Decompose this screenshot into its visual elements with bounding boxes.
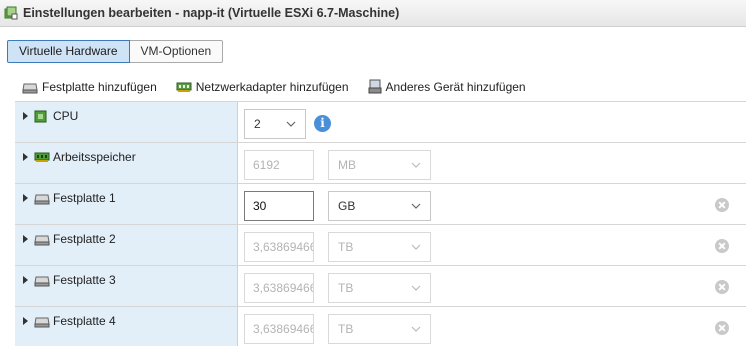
disk-icon — [34, 315, 50, 331]
cpu-count-select[interactable]: 2 — [244, 109, 306, 139]
window-titlebar: Einstellungen bearbeiten - napp-it (Virt… — [0, 0, 746, 27]
memory-unit-select[interactable]: MB — [328, 150, 431, 180]
disk-2-unit-select[interactable]: TB — [328, 232, 431, 262]
hardware-row-disk-2: Festplatte 2 3,63869466 TB — [15, 225, 746, 266]
info-icon[interactable]: i — [314, 115, 331, 132]
hardware-row-disk-1: Festplatte 1 30 GB — [15, 184, 746, 225]
memory-unit-value: MB — [338, 158, 356, 172]
row-label-memory: Arbeitsspeicher — [53, 150, 136, 164]
disk-3-unit-select[interactable]: TB — [328, 273, 431, 303]
disk-4-unit-select[interactable]: TB — [328, 314, 431, 344]
remove-device-icon[interactable] — [715, 321, 729, 335]
disk-4-unit-value: TB — [338, 322, 354, 336]
disk-3-unit-value: TB — [338, 281, 354, 295]
chevron-down-icon — [411, 203, 421, 209]
hardware-grid: CPU 2 i Arbeitsspeicher 6192 MB Festplat… — [15, 101, 746, 346]
cpu-icon — [34, 110, 47, 126]
vm-settings-icon — [4, 6, 18, 20]
disk-icon — [34, 233, 50, 249]
row-label-disk-1: Festplatte 1 — [53, 191, 116, 205]
hardware-row-memory: Arbeitsspeicher 6192 MB — [15, 143, 746, 184]
hardware-row-disk-4: Festplatte 4 3,63869466 TB — [15, 307, 746, 346]
disk-icon — [34, 274, 50, 290]
add-network-adapter-button[interactable]: Netzwerkadapter hinzufügen — [176, 80, 349, 94]
chevron-down-icon — [411, 162, 421, 168]
add-other-device-button[interactable]: Anderes Gerät hinzufügen — [368, 79, 526, 94]
chevron-down-icon — [411, 244, 421, 250]
expand-caret-icon[interactable] — [23, 317, 28, 325]
memory-size-input[interactable]: 6192 — [244, 150, 314, 180]
row-label-cpu: CPU — [53, 109, 79, 123]
expand-caret-icon[interactable] — [23, 112, 28, 120]
disk-3-size-input[interactable]: 3,63869466 — [244, 273, 314, 303]
add-network-label: Netzwerkadapter hinzufügen — [195, 79, 349, 94]
row-label-disk-3: Festplatte 3 — [53, 273, 116, 287]
disk-icon — [22, 83, 38, 93]
disk-1-size-input[interactable]: 30 — [244, 191, 314, 221]
row-label-disk-4: Festplatte 4 — [53, 314, 116, 328]
add-other-label: Anderes Gerät hinzufügen — [385, 79, 526, 94]
expand-caret-icon[interactable] — [23, 235, 28, 243]
disk-1-unit-value: GB — [338, 199, 356, 213]
disk-1-unit-select[interactable]: GB — [328, 191, 431, 221]
remove-device-icon[interactable] — [715, 239, 729, 253]
expand-caret-icon[interactable] — [23, 194, 28, 202]
disk-icon — [34, 192, 50, 208]
network-adapter-icon — [176, 82, 192, 92]
add-disk-button[interactable]: Festplatte hinzufügen — [22, 80, 157, 94]
add-disk-label: Festplatte hinzufügen — [42, 79, 157, 94]
chevron-down-icon — [411, 326, 421, 332]
row-label-disk-2: Festplatte 2 — [53, 232, 116, 246]
cpu-count-value: 2 — [254, 117, 261, 131]
memory-icon — [34, 151, 50, 166]
chevron-down-icon — [286, 121, 296, 127]
tab-bar: Virtuelle Hardware VM-Optionen — [7, 40, 224, 63]
expand-caret-icon[interactable] — [23, 153, 28, 161]
device-icon — [368, 79, 382, 94]
remove-device-icon[interactable] — [715, 280, 729, 294]
hardware-row-cpu: CPU 2 i — [15, 102, 746, 143]
disk-4-size-input[interactable]: 3,63869466 — [244, 314, 314, 344]
window-title: Einstellungen bearbeiten - napp-it (Virt… — [23, 6, 400, 20]
remove-device-icon[interactable] — [715, 198, 729, 212]
disk-2-unit-value: TB — [338, 240, 354, 254]
tab-virtual-hardware[interactable]: Virtuelle Hardware — [7, 40, 130, 63]
hardware-row-disk-3: Festplatte 3 3,63869466 TB — [15, 266, 746, 307]
chevron-down-icon — [411, 285, 421, 291]
expand-caret-icon[interactable] — [23, 276, 28, 284]
tab-vm-options[interactable]: VM-Optionen — [129, 40, 224, 63]
disk-2-size-input[interactable]: 3,63869466 — [244, 232, 314, 262]
hardware-toolbar: Festplatte hinzufügen Netzwerkadapter hi… — [22, 79, 545, 94]
